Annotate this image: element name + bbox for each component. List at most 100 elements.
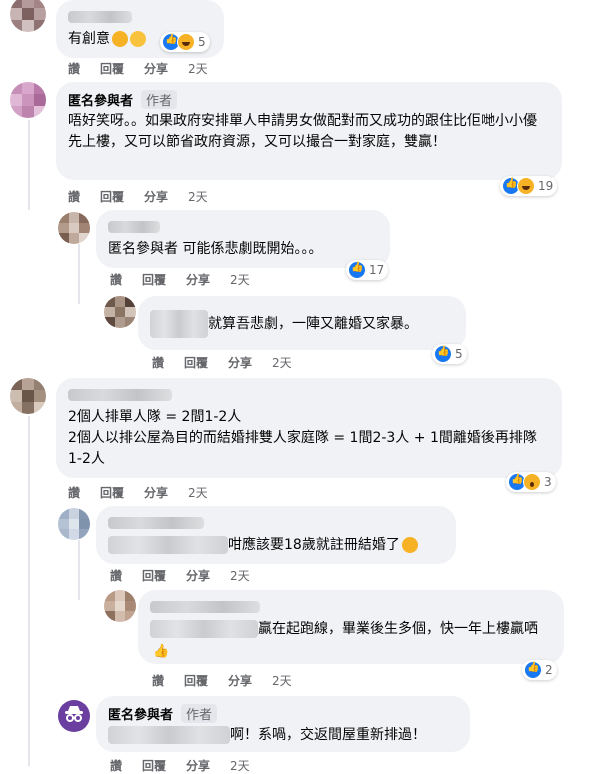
rofl-emoji-icon: [112, 31, 128, 47]
thread-line: [78, 244, 80, 304]
like-button[interactable]: 讚: [68, 188, 80, 205]
comment-bubble: 匿名參與者 可能係悲劇既開始。。。: [96, 210, 390, 268]
share-button[interactable]: 分享: [186, 567, 210, 584]
like-button[interactable]: 讚: [110, 567, 122, 584]
commenter-name-redacted[interactable]: [68, 11, 132, 23]
comment-actions: 讚 回覆 分享 2天: [110, 757, 250, 774]
comment-text: 唔好笑呀。。如果政府安排單人申請男女做配對而又成功的跟住比佢哋小小優先上樓，又可…: [68, 113, 537, 150]
like-button[interactable]: 讚: [68, 60, 80, 77]
commenter-name[interactable]: 匿名參與者: [108, 704, 173, 723]
like-icon: [348, 261, 366, 279]
reaction-summary[interactable]: 5: [432, 344, 467, 364]
share-button[interactable]: 分享: [144, 60, 168, 77]
share-button[interactable]: 分享: [144, 484, 168, 501]
thumbs-up-emoji-icon: [152, 641, 169, 662]
comment-bubble: 匿名參與者 作者 唔好笑呀。。如果政府安排單人申請男女做配對而又成功的跟住比佢哋小…: [56, 82, 562, 180]
share-button[interactable]: 分享: [228, 672, 252, 689]
comment-actions: 讚 回覆 分享 2天: [68, 484, 208, 501]
avatar[interactable]: [10, 378, 46, 414]
thread-line: [78, 540, 80, 600]
avatar[interactable]: [104, 590, 136, 622]
commenter-name-redacted[interactable]: [150, 601, 260, 613]
reaction-summary[interactable]: 2: [522, 660, 557, 680]
reply-button[interactable]: 回覆: [184, 354, 208, 371]
comment-text: 啊！系喎，交返間屋重新排過！: [230, 727, 426, 743]
like-button[interactable]: 讚: [152, 354, 164, 371]
like-icon: [434, 345, 452, 363]
reaction-summary[interactable]: 19: [500, 176, 558, 196]
reaction-count: 17: [369, 263, 385, 277]
like-button[interactable]: 讚: [68, 484, 80, 501]
author-badge: 作者: [181, 703, 218, 723]
share-button[interactable]: 分享: [228, 354, 252, 371]
reply-button[interactable]: 回覆: [100, 484, 124, 501]
grin-emoji-icon: [130, 31, 146, 47]
timestamp[interactable]: 2天: [272, 672, 292, 689]
reply-button[interactable]: 回覆: [184, 672, 208, 689]
commenter-name-redacted[interactable]: [68, 389, 172, 401]
comment-bubble: 匿名參與者 作者 啊！系喎，交返間屋重新排過！: [96, 696, 470, 752]
haha-icon: [517, 177, 535, 195]
avatar[interactable]: [58, 508, 90, 540]
comment-bubble: 贏在起跑線，畢業後生多個，快一年上樓贏哂: [138, 590, 564, 664]
commenter-name[interactable]: 匿名參與者: [68, 90, 133, 109]
wow-icon: [523, 473, 541, 491]
reaction-count: 5: [455, 347, 463, 361]
reaction-count: 19: [538, 179, 554, 193]
avatar[interactable]: [10, 0, 46, 32]
comment-actions: 讚 回覆 分享 2天: [110, 567, 250, 584]
like-icon: [524, 661, 542, 679]
author-badge: 作者: [141, 89, 178, 109]
comment-actions: 讚 回覆 分享 2天: [68, 188, 208, 205]
commenter-name-redacted[interactable]: [108, 517, 204, 529]
redacted-mention: [108, 726, 230, 744]
comment-text: 就算吾悲劇，一陣又離婚又家暴。: [208, 316, 418, 332]
comment-text: 有創意: [68, 31, 110, 47]
reply-button[interactable]: 回覆: [100, 188, 124, 205]
reply-button[interactable]: 回覆: [142, 271, 166, 288]
reply-button[interactable]: 回覆: [142, 567, 166, 584]
thread-line: [28, 416, 30, 766]
haha-icon: [177, 33, 195, 51]
timestamp[interactable]: 2天: [230, 757, 250, 774]
like-button[interactable]: 讚: [110, 757, 122, 774]
reaction-count: 3: [544, 475, 552, 489]
share-button[interactable]: 分享: [186, 757, 210, 774]
comment-text-line2: 2個人以排公屋為目的而結婚排雙人家庭隊 = 1間2-3人 + 1間離婚後再排隊1…: [68, 430, 537, 467]
timestamp[interactable]: 2天: [230, 271, 250, 288]
timestamp[interactable]: 2天: [188, 484, 208, 501]
reaction-summary[interactable]: 3: [506, 472, 556, 492]
comment-text: 匿名參與者 可能係悲劇既開始。。。: [108, 241, 323, 257]
reply-button[interactable]: 回覆: [100, 60, 124, 77]
like-button[interactable]: 讚: [152, 672, 164, 689]
share-button[interactable]: 分享: [186, 271, 210, 288]
like-button[interactable]: 讚: [110, 271, 122, 288]
comment-actions: 讚 回覆 分享 2天: [152, 354, 292, 371]
comment-text: 贏在起跑線，畢業後生多個，快一年上樓贏哂: [258, 621, 538, 637]
redacted-mention: [108, 536, 228, 554]
comment-text-line1: 2個人排單人隊 = 2間1-2人: [68, 409, 242, 425]
comment-bubble: 咁應該要18歲就註冊結婚了: [96, 506, 456, 564]
comment-actions: 讚 回覆 分享 2天: [110, 271, 250, 288]
share-button[interactable]: 分享: [144, 188, 168, 205]
comment-bubble: 就算吾悲劇，一陣又離婚又家暴。: [138, 296, 466, 350]
avatar[interactable]: [58, 212, 90, 244]
comment-text: 咁應該要18歲就註冊結婚了: [228, 537, 400, 553]
comment-actions: 讚 回覆 分享 2天: [152, 672, 292, 689]
thread-line: [28, 120, 30, 210]
avatar[interactable]: [10, 82, 46, 118]
avatar[interactable]: [104, 296, 136, 328]
reaction-count: 5: [198, 35, 206, 49]
commenter-name-redacted[interactable]: [108, 221, 160, 233]
comment-actions: 讚 回覆 分享 2天: [68, 60, 208, 77]
reaction-summary[interactable]: 5: [160, 32, 210, 52]
reply-button[interactable]: 回覆: [142, 757, 166, 774]
comment-bubble: 2個人排單人隊 = 2間1-2人 2個人以排公屋為目的而結婚排雙人家庭隊 = 1…: [56, 378, 562, 478]
reaction-summary[interactable]: 17: [346, 260, 389, 280]
redacted-mention: [150, 620, 258, 638]
timestamp[interactable]: 2天: [230, 567, 250, 584]
timestamp[interactable]: 2天: [188, 60, 208, 77]
anonymous-avatar-icon[interactable]: [58, 700, 90, 732]
timestamp[interactable]: 2天: [272, 354, 292, 371]
timestamp[interactable]: 2天: [188, 188, 208, 205]
